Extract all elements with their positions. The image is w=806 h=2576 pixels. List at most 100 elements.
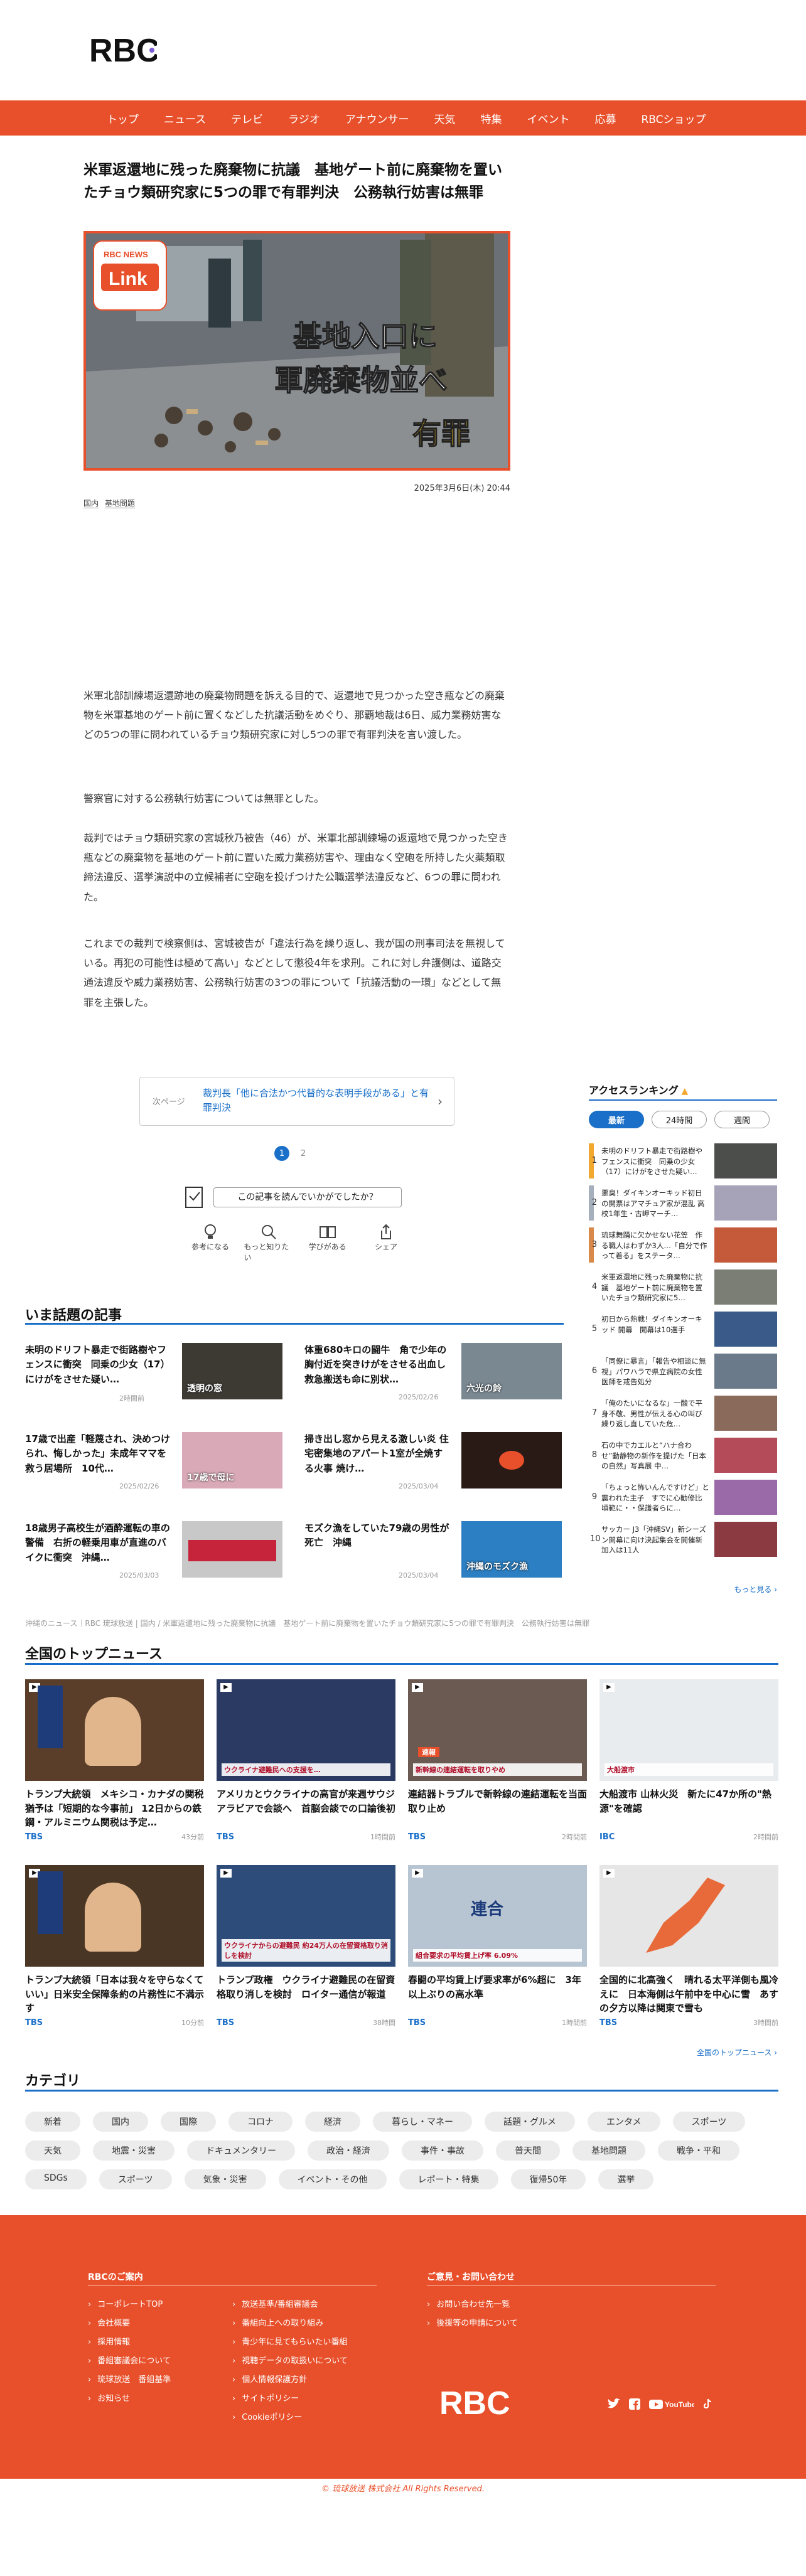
ranking-item[interactable]: 9 「ちょっと怖いんんですけど」と震われた主子 すでに心勧修比頃範に・・保護者らに… bbox=[589, 1480, 777, 1517]
footer-link[interactable]: › お問い合わせ先一覧 bbox=[427, 2295, 518, 2314]
category-chip[interactable]: 暮らし・マネー bbox=[373, 2112, 472, 2132]
nav-item[interactable]: 天気 bbox=[422, 110, 468, 126]
ranking-item[interactable]: 8 石の中でカエルと“ハナ合わせ”動静物の新作を提げた「日本の自然」写真展 中… bbox=[589, 1438, 777, 1475]
twitter-icon[interactable] bbox=[606, 2398, 620, 2410]
survey-question: この記事を読んでいかがでしたか？ bbox=[213, 1187, 402, 1207]
footer-link[interactable]: › 視聴データの取扱いについて bbox=[232, 2352, 348, 2371]
category-chip[interactable]: 選挙 bbox=[598, 2169, 654, 2189]
nav-item[interactable]: テレビ bbox=[218, 110, 276, 126]
news-card[interactable]: ▶ 全国的に北高強く 晴れる太平洋側も風冷えに 日本海側は午前中を中心に雪 あすの… bbox=[599, 1865, 778, 2028]
category-chip[interactable]: イベント・その他 bbox=[278, 2169, 387, 2189]
news-card[interactable]: ▶ 大船渡市 大船渡市 山林火災 新たに47か所の"熱源"を確認 IBC 2時間前 bbox=[599, 1679, 778, 1842]
category-chip[interactable]: 政治・経済 bbox=[308, 2140, 389, 2161]
topic-card[interactable]: 掃き出し窓から見える激しい炎 住宅密集地のアパート1室が全焼する火事 焼け… 20… bbox=[304, 1432, 565, 1501]
category-chip[interactable]: エンタメ bbox=[588, 2112, 660, 2132]
topic-card[interactable]: 18歳男子高校生が酒酔運転の車の警備 右折の軽乗用車が直進のバイクに衝突 沖縄…… bbox=[25, 1521, 286, 1590]
reaction-learn[interactable]: 学びがある bbox=[303, 1222, 353, 1263]
page-2[interactable]: 2 bbox=[296, 1146, 311, 1161]
category-chip[interactable]: レポート・特集 bbox=[399, 2169, 498, 2189]
category-chip[interactable]: 新着 bbox=[25, 2112, 80, 2132]
footer-link[interactable]: › コーポレートTOP bbox=[88, 2295, 171, 2314]
youtube-icon[interactable]: YouTube bbox=[649, 2398, 694, 2410]
nav-item[interactable]: 特集 bbox=[468, 110, 515, 126]
category-chip[interactable]: スポーツ bbox=[99, 2169, 172, 2189]
category-chip[interactable]: 経済 bbox=[305, 2112, 360, 2132]
page-1[interactable]: 1 bbox=[274, 1146, 289, 1161]
nav-item[interactable]: ラジオ bbox=[276, 110, 333, 126]
rank-title: 米軍返還地に残った廃棄物に抗議 基地ゲート前に廃棄物を置いたチョウ類研究家に5… bbox=[601, 1273, 702, 1303]
category-chip[interactable]: 復帰50年 bbox=[510, 2169, 586, 2189]
national-more-link[interactable]: 全国のトップニュース › bbox=[628, 2047, 777, 2058]
footer-link[interactable]: › 放送基準/番組審議会 bbox=[232, 2295, 348, 2314]
nav-item[interactable]: アナウンサー bbox=[333, 110, 422, 126]
tag-link[interactable]: 基地問題 bbox=[104, 499, 135, 508]
rank-thumbnail bbox=[714, 1143, 777, 1178]
tab-latest[interactable]: 最新 bbox=[589, 1111, 644, 1128]
news-card[interactable]: ▶ ウクライナからの避難民 約24万人の在留資格取り消しを検討 トランプ政権 ウクラ… bbox=[217, 1865, 395, 2028]
footer-link[interactable]: › 番組向上への取り組み bbox=[232, 2314, 348, 2333]
news-card[interactable]: ▶ 連合 組合要求の平均賃上げ率 6.09% 春闘の平均賃上げ要求率が6%超に 3年以… bbox=[408, 1865, 587, 2028]
category-chip[interactable]: 気象・災害 bbox=[184, 2169, 266, 2189]
reaction-label: もっと知りたい bbox=[244, 1243, 289, 1262]
rbc-logo[interactable]: RBC bbox=[88, 26, 157, 72]
tab-weekly[interactable]: 週間 bbox=[714, 1111, 770, 1128]
tag-link[interactable]: 国内 bbox=[83, 499, 99, 508]
ranking-item[interactable]: 3 琉球舞踊に欠かせない花笠 作る職人はわずか3人…「自分で作って着る」をステータ… bbox=[589, 1227, 777, 1265]
footer-link[interactable]: › 番組審議会について bbox=[88, 2352, 171, 2371]
category-chip[interactable]: 事件・事故 bbox=[402, 2140, 483, 2161]
reaction-share[interactable]: シェア bbox=[361, 1222, 411, 1263]
footer-link[interactable]: › 個人情報保護方針 bbox=[232, 2371, 348, 2390]
footer-link[interactable]: › 採用情報 bbox=[88, 2333, 171, 2352]
main-nav: トップ ニュース テレビ ラジオ アナウンサー 天気 特集 イベント 応募 RBCショップ bbox=[0, 100, 806, 136]
ranking-item[interactable]: 2 悪臭！ダイキンオーキッド初日の開票はアマチュア家が混乱 高校1年生・古岬マーチ… bbox=[589, 1185, 777, 1223]
reaction-helpful[interactable]: 参考になる bbox=[185, 1222, 235, 1263]
nav-item[interactable]: 応募 bbox=[583, 110, 629, 126]
news-card[interactable]: ▶ ウクライナ避難民への支援を… アメリカとウクライナの高官が来週サウジアラビアで会… bbox=[217, 1679, 395, 1842]
reaction-more[interactable]: もっと知りたい bbox=[244, 1222, 294, 1263]
facebook-icon[interactable] bbox=[629, 2398, 640, 2410]
category-chip[interactable]: 戦争・平和 bbox=[658, 2140, 739, 2161]
footer-link[interactable]: › サイトポリシー bbox=[232, 2390, 348, 2408]
category-chip[interactable]: 国内 bbox=[93, 2112, 148, 2132]
category-chip[interactable]: 国際 bbox=[161, 2112, 216, 2132]
category-chip[interactable]: スポーツ bbox=[672, 2112, 746, 2132]
ranking-item[interactable]: 5 初日から熱戦！ダイキンオーキッド 開幕 開幕は10選手 bbox=[589, 1312, 777, 1349]
rank-number: 2 bbox=[591, 1198, 598, 1207]
topic-card[interactable]: モズク漁をしていた79歳の男性が死亡 沖縄 2025/03/04 沖縄のモズク漁 bbox=[304, 1521, 565, 1590]
ranking-item[interactable]: 1 未明のドリフト暴走で街路樹やフェンスに衝突 同乗の少女（17）にけがをさせた疑… bbox=[589, 1143, 777, 1181]
footer-link[interactable]: › Cookieポリシー bbox=[232, 2408, 348, 2427]
footer-link[interactable]: › 後援等の申請について bbox=[427, 2314, 518, 2333]
tab-24h[interactable]: 24時間 bbox=[652, 1111, 707, 1128]
news-card[interactable]: ▶ トランプ大統領「日本は我々を守らなくていい」日米安全保障条約の片務性に不満示す… bbox=[25, 1865, 204, 2028]
category-chip[interactable]: 天気 bbox=[25, 2140, 80, 2161]
tiktok-icon[interactable] bbox=[703, 2398, 713, 2410]
ranking-item[interactable]: 4 米軍返還地に残った廃棄物に抗議 基地ゲート前に廃棄物を置いたチョウ類研究家に5… bbox=[589, 1269, 777, 1307]
topic-card[interactable]: 未明のドリフト暴走で街路樹やフェンスに衝突 同乗の少女（17）にけがをさせた疑い… bbox=[25, 1343, 286, 1412]
ranking-item[interactable]: 6 「同僚に暴言」「報告や相談に無視」パワハラで県立病院の女性医師を戒告処分 bbox=[589, 1354, 777, 1391]
news-card[interactable]: ▶ 速報 新幹線の連結運転を取りやめ 連結器トラブルで新幹線の連結運転を当面取り止め T… bbox=[408, 1679, 587, 1842]
footer-logo[interactable]: RBC bbox=[439, 2385, 510, 2422]
footer-link[interactable]: › 青少年に見てもらいたい番組 bbox=[232, 2333, 348, 2352]
ranking-more-link[interactable]: もっと見る › bbox=[709, 1584, 777, 1595]
footer-link[interactable]: › 琉球放送 番組基準 bbox=[88, 2371, 171, 2390]
category-chip[interactable]: 普天間 bbox=[496, 2140, 560, 2161]
nav-item[interactable]: イベント bbox=[515, 110, 583, 126]
footer-link[interactable]: › お知らせ bbox=[88, 2390, 171, 2408]
category-chip[interactable]: SDGs bbox=[25, 2169, 87, 2189]
ranking-item[interactable]: 10 サッカー J3「沖縄SV」新シーズン開幕に向け決起集会を開催新加入は11人 bbox=[589, 1522, 777, 1559]
category-chip[interactable]: 基地問題 bbox=[572, 2140, 645, 2161]
nav-item[interactable]: トップ bbox=[94, 110, 151, 126]
category-chip[interactable]: 話題・グルメ bbox=[485, 2112, 575, 2132]
footer-link[interactable]: › 会社概要 bbox=[88, 2314, 171, 2333]
next-page-link[interactable]: 次ページ 裁判長「他に合法かつ代替的な表明手段がある」と有罪判決 › bbox=[139, 1077, 454, 1126]
category-chip[interactable]: ドキュメンタリー bbox=[187, 2140, 295, 2161]
category-chip[interactable]: コロナ bbox=[228, 2112, 293, 2132]
topic-card[interactable]: 体重680キロの闘牛 角で少年の胸付近を突きけがをさせる出血し救急搬送も命に別状… bbox=[304, 1343, 565, 1412]
topic-date: 2025/02/26 bbox=[119, 1482, 159, 1490]
news-card[interactable]: ▶ トランプ大統領 メキシコ・カナダの関税猶予は「短期的な今事前」 12日からの鉄… bbox=[25, 1679, 204, 1842]
ranking-item[interactable]: 7 「俺のたいになるな」一酸で平身不敬、男性が伝える心の叫び繰り返し直していた危… bbox=[589, 1396, 777, 1433]
nav-item[interactable]: RBCショップ bbox=[629, 110, 719, 126]
category-chip[interactable]: 地震・災害 bbox=[93, 2140, 175, 2161]
topic-card[interactable]: 17歳で出産「軽蔑され、決めつけられ、悔しかった」未成年ママを救う居場所 10代… bbox=[25, 1432, 286, 1501]
nav-item[interactable]: ニュース bbox=[151, 110, 218, 126]
